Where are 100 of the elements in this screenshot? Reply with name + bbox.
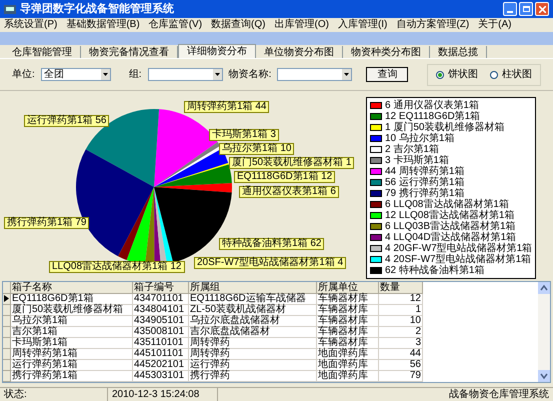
table-cell: 车辆器材库: [317, 338, 379, 349]
legend-label: 56 运行弹药第1箱: [385, 177, 464, 188]
column-header[interactable]: 所属组: [189, 282, 317, 294]
window-title: 导弹团数字化战备智能管理系统: [20, 2, 174, 17]
field-label: 物资名称:: [228, 68, 272, 82]
table-cell: 12: [379, 294, 423, 305]
table-cell: 445202101: [133, 360, 189, 371]
legend-label: 1 厦门50装载机维修器材箱: [385, 122, 504, 133]
legend-label: 12 LLQ08雷达战储器材第1箱: [385, 210, 514, 221]
table-cell: 车辆器材库: [317, 294, 379, 305]
menu-item[interactable]: 系统设置(P): [4, 19, 58, 31]
legend-label: 44 周转弹药第1箱: [385, 166, 464, 177]
data-label: 周转弹药第1箱 44: [184, 101, 270, 113]
table-cell: 地面弹药库: [317, 360, 379, 371]
row-selector[interactable]: [3, 294, 11, 305]
current-row-icon: [4, 295, 9, 302]
table-cell: 厦门50装载机维修器材箱: [11, 305, 133, 316]
minimize-icon: [507, 11, 513, 13]
table-cell: 56: [379, 360, 423, 371]
tab[interactable]: 仓库智能管理: [4, 46, 81, 58]
legend-label: 4 LLQ04D雷达战储器材第1箱: [385, 232, 516, 243]
table-cell: 周转弹药: [189, 349, 317, 360]
tab[interactable]: 数据总揽: [430, 46, 487, 58]
legend-label: 4 20SF-W7型电站战储器材第1箱: [385, 254, 532, 265]
tab[interactable]: 单位物资分布图: [256, 46, 343, 58]
data-label: 携行弹药第1箱 79: [4, 217, 90, 229]
table-cell: 434701101: [133, 294, 189, 305]
legend-label: 4 20GF-W7型电站战储器材第1箱: [385, 243, 532, 254]
legend-label: 10 乌拉尔第1箱: [385, 133, 454, 144]
table-cell: 44: [379, 349, 423, 360]
table-cell: 434905101: [133, 316, 189, 327]
table-cell: ZL-50装载机战储器材: [189, 305, 317, 316]
column-header[interactable]: 所属单位: [317, 282, 379, 294]
legend-label: 12 EQ1118G6D第1箱: [385, 111, 480, 122]
query-button[interactable]: 查询: [366, 67, 408, 82]
legend-label: 6 LLQ08雷达战储器材第1箱: [385, 199, 509, 210]
table-cell: 地面弹药库: [317, 349, 379, 360]
radio-button[interactable]: [436, 70, 444, 78]
close-button[interactable]: [535, 2, 549, 16]
menu-item[interactable]: 入库管理(I): [338, 19, 388, 31]
column-header[interactable]: 箱子名称: [11, 282, 133, 294]
table-cell: 乌拉尔底盘战储器材: [189, 316, 317, 327]
table-cell: 携行弹药第1箱: [11, 371, 133, 382]
tab[interactable]: 物资种类分布图: [343, 46, 430, 58]
menu-item[interactable]: 数据查询(Q): [211, 19, 266, 31]
menu-item[interactable]: 出库管理(O): [274, 19, 329, 31]
table-cell: 445303101: [133, 371, 189, 382]
data-label: 20SF-W7型电站战储器材第1箱 4: [194, 257, 346, 269]
restore-icon: [522, 6, 530, 12]
vertical-scrollbar[interactable]: [538, 282, 550, 382]
app-icon: [4, 4, 16, 14]
legend-label: 3 卡玛斯第1箱: [385, 155, 449, 166]
radio-label: 饼状图: [448, 68, 478, 82]
table-cell: 10: [379, 316, 423, 327]
column-header[interactable]: 数量: [379, 282, 423, 294]
menu-item[interactable]: 自动方案管理(Z): [396, 19, 470, 31]
group-dropdown[interactable]: [148, 68, 223, 81]
table-cell: 434804101: [133, 305, 189, 316]
tab[interactable]: 详细物资分布: [178, 44, 256, 58]
menu-item[interactable]: 关于(A): [478, 19, 512, 31]
table-cell: 3: [379, 338, 423, 349]
table-cell: 地面弹药库: [317, 371, 379, 382]
table-cell: 车辆器材库: [317, 305, 379, 316]
legend-label: 2 吉尔第1箱: [385, 144, 439, 155]
table-cell: 445101101: [133, 349, 189, 360]
table-cell: 乌拉尔第1箱: [11, 316, 133, 327]
unit-dropdown[interactable]: 全团: [40, 68, 111, 81]
status-app-name: 战备物资仓库管理系统: [449, 388, 550, 401]
field-label: 组:: [128, 68, 142, 82]
column-header[interactable]: 箱子编号: [133, 282, 189, 294]
table-cell: 435110101: [133, 338, 189, 349]
table-cell: 运行弹药: [189, 360, 317, 371]
table-cell: 79: [379, 371, 423, 382]
table-cell: 车辆器材库: [317, 327, 379, 338]
status-time: 2010-12-3 15:24:08: [108, 387, 218, 401]
data-label: 运行弹药第1箱 56: [24, 115, 110, 127]
scroll-down-icon: [538, 370, 550, 382]
table-cell: 车辆器材库: [317, 316, 379, 327]
table-cell: 携行弹药: [189, 371, 317, 382]
table-cell: 周转弹药第1箱: [11, 349, 133, 360]
table-cell: 吉尔底盘战储器材: [189, 327, 317, 338]
radio-button[interactable]: [490, 70, 498, 78]
item-dropdown[interactable]: [277, 68, 352, 81]
minimize-button[interactable]: [503, 2, 517, 16]
table-cell: 卡玛斯第1箱: [11, 338, 133, 349]
menu-item[interactable]: 基础数据管理(B): [66, 19, 140, 31]
close-icon: [538, 6, 546, 12]
data-label: 乌拉尔第1箱 10: [219, 143, 294, 155]
table-cell: 吉尔第1箱: [11, 327, 133, 338]
data-label: 特种战备油料第1箱 62: [219, 238, 324, 250]
table-cell: EQ1118G6D运输车战储器: [189, 294, 317, 305]
data-label: 厦门50装载机维修器材箱 1: [229, 157, 354, 169]
data-label: EQ1118G6D第1箱 12: [234, 171, 336, 183]
radio-label: 柱状图: [502, 68, 532, 82]
data-label: 通用仪器仪表第1箱 6: [239, 186, 339, 198]
table-cell: EQ1118G6D第1箱: [11, 294, 133, 305]
maximize-button[interactable]: [519, 2, 533, 16]
menu-item[interactable]: 仓库监管(V): [148, 19, 202, 31]
data-label: 卡玛斯第1箱 3: [209, 129, 279, 141]
table-cell: 435008101: [133, 327, 189, 338]
